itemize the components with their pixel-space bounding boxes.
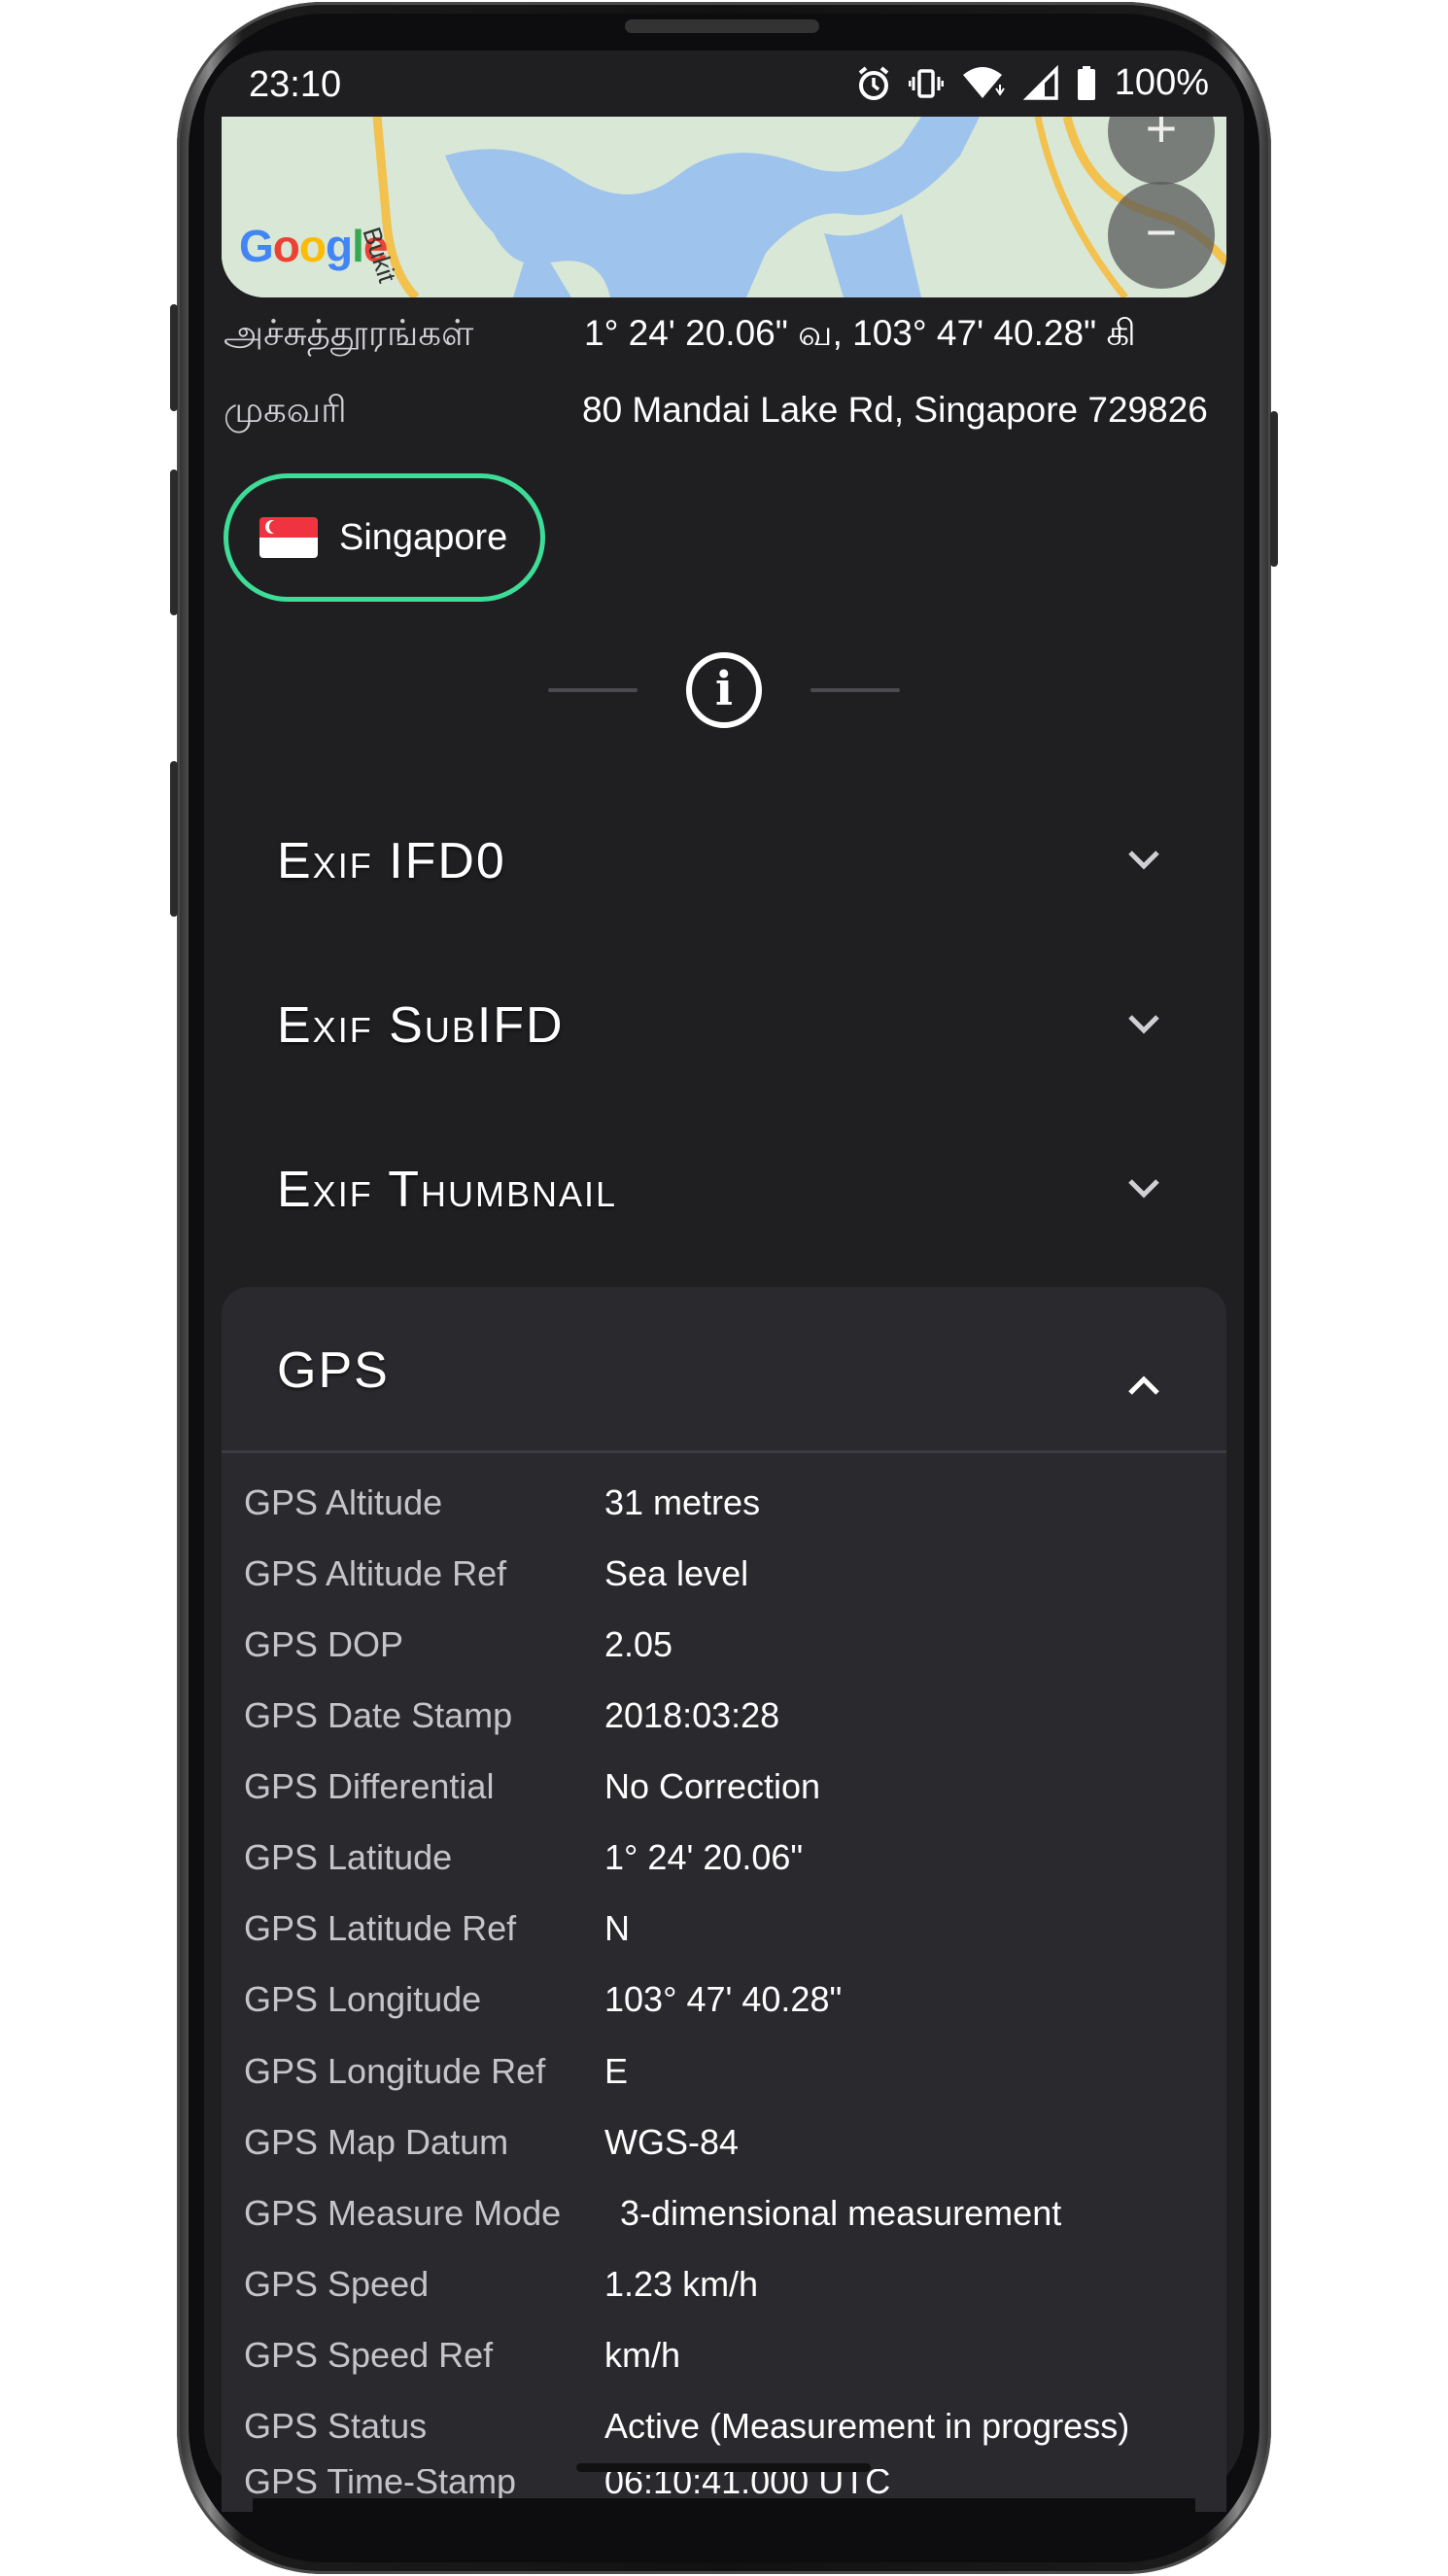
alarm-icon [856, 65, 891, 102]
section-title-exif-subifd: Exif SubIFD [271, 996, 570, 1057]
coordinates-label: அச்சுத்தூரங்கள் [224, 313, 474, 353]
gps-row-value[interactable]: 31 metres [604, 1482, 760, 1523]
signal-icon [1022, 64, 1058, 102]
side-button-left-1 [170, 304, 178, 411]
divider-left [548, 688, 638, 692]
gps-row-label: GPS Date Stamp [244, 1695, 513, 1735]
gps-header-separator [222, 1450, 1226, 1453]
gps-row-label: GPS Altitude Ref [244, 1553, 507, 1593]
status-icons: 100% [856, 62, 1209, 104]
gps-row-label: GPS Latitude Ref [244, 1908, 517, 1948]
vibrate-icon [908, 65, 945, 102]
gps-row-value[interactable]: WGS-84 [604, 2122, 739, 2163]
gps-row-value[interactable]: Active (Measurement in progress) [604, 2406, 1129, 2447]
chevron-down-icon[interactable] [1126, 1163, 1161, 1211]
chevron-down-icon[interactable] [1126, 834, 1161, 883]
gps-row-value[interactable]: km/h [604, 2335, 680, 2376]
gps-row-label: GPS Latitude [244, 1837, 453, 1877]
battery-icon [1076, 65, 1097, 102]
phone-bottom-bezel [253, 2498, 1195, 2537]
chevron-up-icon[interactable] [1126, 1359, 1161, 1408]
gps-row-value[interactable]: Sea level [604, 1553, 748, 1594]
gps-row-label: GPS Map Datum [244, 2122, 509, 2162]
table-row: GPS Time-Stamp 06:10:41.000 UTC [222, 2469, 1226, 2498]
gps-row-value[interactable]: 06:10:41.000 UTC [604, 2469, 890, 2498]
address-value[interactable]: 80 Mandai Lake Rd, Singapore 729826 [582, 390, 1208, 431]
chevron-down-icon[interactable] [1126, 998, 1161, 1047]
gps-row-label: GPS DOP [244, 1624, 404, 1664]
gps-row-label: GPS Status [244, 2406, 428, 2446]
side-button-right [1270, 411, 1278, 567]
phone-speaker [625, 19, 819, 33]
gps-row-label: GPS Measure Mode [244, 2193, 562, 2233]
coordinates-value[interactable]: 1° 24' 20.06" வ, 103° 47' 40.28" கி [584, 313, 1136, 359]
wifi-icon [961, 65, 1006, 102]
divider-right [810, 688, 900, 692]
country-chip[interactable]: Singapore [224, 473, 545, 602]
address-label: முகவரி [224, 390, 347, 430]
gps-row-value[interactable]: 2018:03:28 [604, 1695, 779, 1736]
section-title-gps: GPS [271, 1341, 396, 1402]
gps-row-value[interactable]: E [604, 2051, 628, 2092]
side-button-left-3 [170, 761, 178, 917]
gps-row-label: GPS Time-Stamp [244, 2469, 517, 2498]
gps-row-label: GPS Speed [244, 2264, 430, 2304]
gps-row-value[interactable]: N [604, 1908, 630, 1949]
gps-row-label: GPS Speed Ref [244, 2335, 494, 2375]
gps-row-value[interactable]: 3-dimensional measurement [620, 2193, 1061, 2234]
singapore-flag-icon [259, 517, 318, 558]
map-preview[interactable]: Google Bukit + − [222, 117, 1226, 297]
gps-row-value[interactable]: 1.23 km/h [604, 2264, 758, 2305]
battery-percent: 100% [1114, 62, 1209, 103]
gps-row-value[interactable]: 2.05 [604, 1624, 672, 1665]
country-chip-label: Singapore [339, 516, 508, 558]
status-bar: 23:10 100% [204, 51, 1244, 119]
status-time: 23:10 [249, 64, 342, 105]
gps-section-card [222, 1287, 1226, 2512]
side-button-left-2 [170, 470, 178, 615]
gps-row-label: GPS Differential [244, 1766, 495, 1806]
gps-row-value[interactable]: 103° 47' 40.28" [604, 1979, 842, 2020]
info-icon: i [686, 652, 762, 728]
gesture-home-bar[interactable] [576, 2463, 871, 2472]
gps-row-value[interactable]: 1° 24' 20.06" [604, 1837, 803, 1878]
gps-row-label: GPS Longitude [244, 1979, 482, 2019]
zoom-out-button[interactable]: − [1108, 182, 1215, 289]
gps-row-label: GPS Altitude [244, 1482, 443, 1522]
section-title-exif-thumbnail: Exif Thumbnail [271, 1161, 623, 1221]
gps-row-value[interactable]: No Correction [604, 1766, 820, 1807]
gps-row-label: GPS Longitude Ref [244, 2051, 546, 2091]
section-title-exif-ifd0: Exif IFD0 [271, 832, 512, 892]
